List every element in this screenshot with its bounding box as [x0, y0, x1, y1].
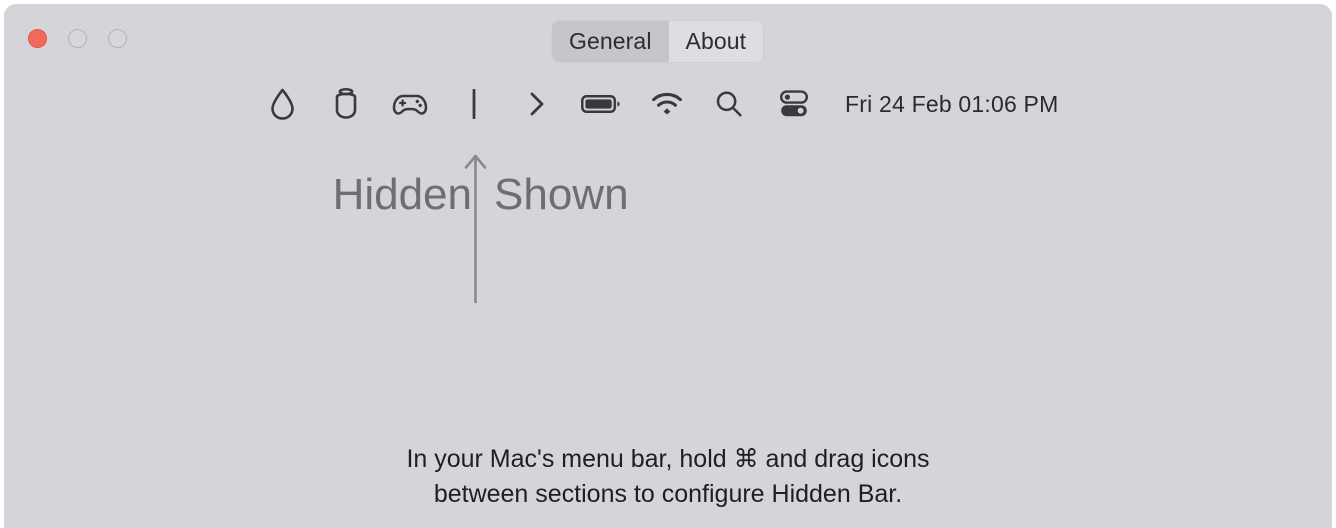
hidden-shown-diagram: Hidden Shown — [4, 144, 1332, 309]
game-controller-icon[interactable] — [388, 82, 432, 126]
menubar-clock[interactable]: Fri 24 Feb 01:06 PM — [845, 82, 1058, 126]
shown-section-label: Shown — [494, 170, 629, 219]
instruction-line-1: In your Mac's menu bar, hold ⌘ and drag … — [406, 445, 930, 473]
expand-chevron-icon[interactable] — [515, 82, 559, 126]
instruction-text: In your Mac's menu bar, hold ⌘ and drag … — [4, 442, 1332, 512]
up-arrow-icon — [459, 149, 493, 309]
battery-icon[interactable] — [576, 82, 626, 126]
tab-about-label: About — [685, 28, 747, 54]
zoom-button[interactable] — [108, 29, 127, 48]
app-window: General About Fri 24 Feb 01:06 PM Hidden… — [4, 4, 1332, 528]
minimize-button[interactable] — [68, 29, 87, 48]
spotlight-search-icon[interactable] — [707, 82, 751, 126]
titlebar: General About — [4, 4, 1332, 76]
instruction-line-2: between sections to configure Hidden Bar… — [433, 480, 903, 508]
separator-bar-icon[interactable] — [452, 82, 496, 126]
control-center-icon[interactable] — [772, 82, 816, 126]
tab-general[interactable]: General — [552, 21, 669, 62]
tab-general-label: General — [569, 28, 652, 54]
homepod-icon[interactable] — [324, 82, 368, 126]
traffic-light-buttons — [28, 29, 127, 48]
menubar-preview: Fri 24 Feb 01:06 PM — [4, 82, 1332, 126]
tab-about[interactable]: About — [668, 21, 764, 62]
close-button[interactable] — [28, 29, 47, 48]
wifi-icon[interactable] — [645, 82, 689, 126]
drop-icon[interactable] — [260, 82, 304, 126]
tab-segmented-control: General About — [552, 21, 764, 62]
hidden-section-label: Hidden — [332, 170, 472, 219]
